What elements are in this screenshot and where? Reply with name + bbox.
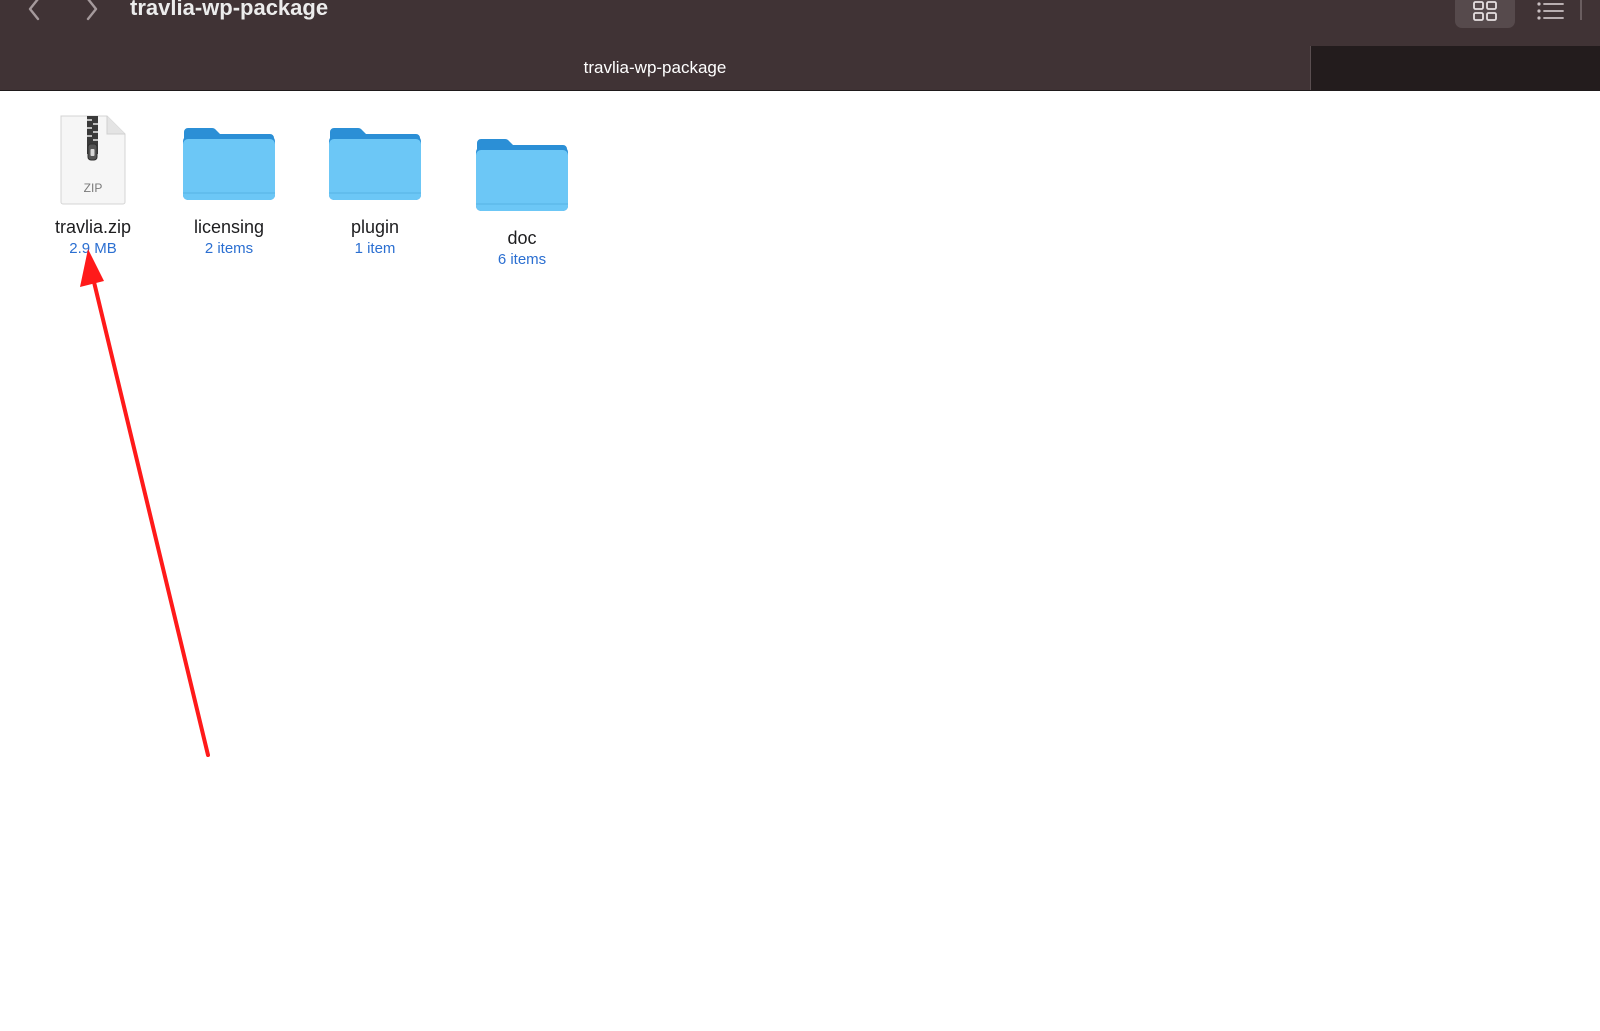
file-name: travlia.zip: [54, 217, 132, 237]
grid-view-button[interactable]: [1455, 0, 1515, 28]
folder-item-doc[interactable]: doc 6 items: [462, 135, 582, 270]
forward-button[interactable]: [76, 0, 106, 24]
tab-bar: travlia-wp-package: [0, 46, 1600, 91]
toolbar-separator: [1580, 0, 1582, 20]
list-view-button[interactable]: [1530, 0, 1570, 28]
file-name: licensing: [193, 217, 265, 237]
file-item-travlia-zip[interactable]: ZIP travlia.zip 2.9 MB: [33, 114, 153, 259]
toolbar: travlia-wp-package: [0, 0, 1600, 46]
item-count: 2 items: [204, 240, 254, 257]
folder-icon: [183, 128, 275, 200]
tab-inactive[interactable]: [1310, 46, 1600, 90]
tab-label: travlia-wp-package: [583, 58, 727, 77]
folder-icon: [329, 128, 421, 200]
file-size: 2.9 MB: [69, 240, 117, 257]
zip-label: ZIP: [83, 181, 103, 195]
item-count: 1 item: [354, 240, 396, 257]
folder-item-plugin[interactable]: plugin 1 item: [315, 124, 435, 259]
chevron-right-icon: [86, 0, 98, 21]
chevron-left-icon: [28, 0, 40, 21]
file-name: plugin: [350, 217, 400, 237]
folder-icon: [476, 139, 568, 211]
file-icon-grid: ZIP travlia.zip 2.9 MB licensing 2 items: [0, 91, 1600, 1031]
back-button[interactable]: [20, 0, 50, 24]
list-view-icon: [1537, 2, 1564, 20]
folder-item-licensing[interactable]: licensing 2 items: [169, 124, 289, 259]
file-name: doc: [507, 228, 537, 248]
tab-travlia-wp-package[interactable]: travlia-wp-package: [0, 46, 1310, 90]
finder-window: travlia-wp-package travlia-wp-package ZI…: [0, 0, 1600, 1031]
window-title: travlia-wp-package: [130, 0, 329, 20]
item-count: 6 items: [497, 251, 547, 268]
grid-view-icon: [1473, 1, 1497, 21]
